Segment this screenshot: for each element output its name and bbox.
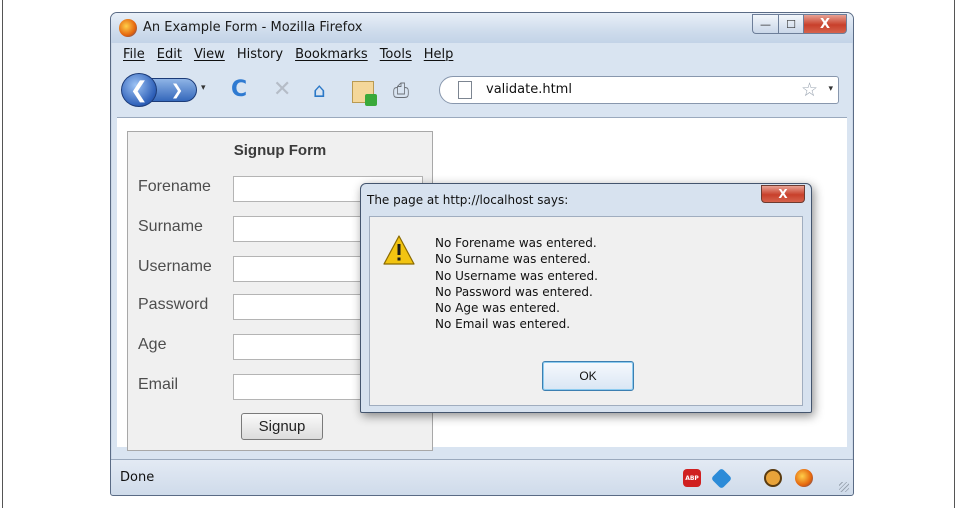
url-dropdown-icon[interactable]: ▾ — [828, 84, 833, 94]
greasemonkey-icon[interactable] — [764, 469, 782, 487]
stop-icon[interactable]: ✕ — [273, 79, 291, 101]
page-icon — [458, 81, 472, 99]
reload-icon[interactable]: C — [231, 79, 247, 101]
message-line: No Password was entered. — [435, 284, 593, 299]
message-line: No Surname was entered. — [435, 252, 591, 267]
window-controls: — ☐ X — [752, 14, 847, 34]
password-label: Password — [138, 296, 209, 313]
adblock-icon[interactable]: ABP — [683, 469, 701, 487]
url-text[interactable]: validate.html — [486, 82, 572, 97]
firefox-icon — [119, 19, 137, 37]
message-line: No Username was entered. — [435, 268, 598, 283]
username-label: Username — [138, 258, 212, 275]
age-label: Age — [138, 336, 167, 353]
close-button[interactable]: X — [803, 14, 847, 34]
menu-edit[interactable]: Edit — [151, 45, 188, 67]
status-bar: Done ABP — [111, 459, 853, 495]
back-forward-group: ❮ ❯ ▾ — [121, 73, 219, 107]
status-text: Done — [120, 470, 155, 485]
history-dropdown-icon[interactable]: ▾ — [201, 83, 206, 93]
dialog-message: No Forename was entered. No Surname was … — [435, 235, 598, 333]
forename-label: Forename — [138, 178, 211, 195]
surname-label: Surname — [138, 218, 203, 235]
home-icon[interactable]: ⌂ — [313, 79, 326, 101]
minimize-button[interactable]: — — [752, 14, 778, 34]
maximize-button[interactable]: ☐ — [778, 14, 803, 34]
menu-view[interactable]: View — [188, 45, 231, 67]
resize-grip-icon[interactable] — [839, 482, 849, 492]
message-line: No Email was entered. — [435, 317, 571, 332]
firefox-status-icon[interactable] — [795, 469, 813, 487]
back-button[interactable]: ❮ — [121, 73, 157, 107]
menu-bookmarks[interactable]: Bookmarks — [289, 45, 374, 67]
add-bookmark-icon[interactable] — [352, 81, 377, 106]
email-label: Email — [138, 376, 179, 393]
message-line: No Age was entered. — [435, 301, 560, 316]
ok-button[interactable]: OK — [542, 361, 634, 391]
dialog-body: No Forename was entered. No Surname was … — [369, 216, 803, 406]
address-bar[interactable]: validate.html ☆ ▾ — [439, 76, 839, 104]
menu-file[interactable]: File — [117, 45, 151, 67]
navigation-toolbar: ❮ ❯ ▾ C ✕ ⌂ ⎙ validate.html ☆ ▾ — [117, 71, 847, 109]
dialog-close-button[interactable]: X — [761, 185, 805, 203]
dialog-title: The page at http://localhost says: — [367, 193, 569, 207]
message-line: No Forename was entered. — [435, 236, 597, 250]
addon-diamond-icon[interactable] — [710, 467, 733, 490]
alert-dialog: The page at http://localhost says: X No … — [360, 183, 812, 413]
title-bar: An Example Form - Mozilla Firefox — ☐ X — [111, 13, 853, 43]
menu-history[interactable]: History — [231, 45, 289, 67]
menu-tools[interactable]: Tools — [374, 45, 418, 67]
page-frame-left — [2, 0, 3, 508]
warning-icon — [383, 235, 415, 265]
menu-help[interactable]: Help — [418, 45, 460, 67]
signup-button[interactable]: Signup — [241, 413, 323, 440]
menu-bar: File Edit View History Bookmarks Tools H… — [117, 45, 459, 67]
page-frame-right — [954, 0, 955, 508]
form-title: Signup Form — [233, 142, 327, 159]
star-icon[interactable]: ☆ — [801, 79, 818, 101]
print-icon[interactable]: ⎙ — [393, 79, 409, 101]
window-title: An Example Form - Mozilla Firefox — [143, 20, 363, 35]
